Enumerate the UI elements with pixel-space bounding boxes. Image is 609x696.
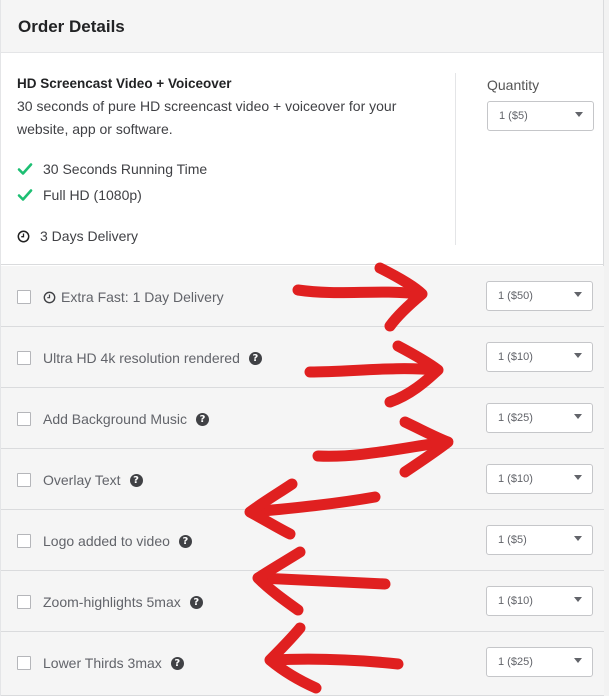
select-value: 1 ($5) <box>498 534 527 546</box>
extra-checkbox[interactable] <box>17 656 31 670</box>
extra-checkbox[interactable] <box>17 412 31 426</box>
extra-label-wrap: Extra Fast: 1 Day Delivery <box>43 289 224 305</box>
extra-quantity-select[interactable]: 1 ($5) <box>486 525 593 555</box>
extra-checkbox[interactable] <box>17 595 31 609</box>
extra-label: Lower Thirds 3max <box>43 655 162 671</box>
extra-row: Overlay Text ? 1 ($10) <box>1 449 604 510</box>
chevron-down-icon <box>575 112 583 117</box>
divider <box>455 73 456 245</box>
page-title: Order Details <box>18 17 125 36</box>
clock-icon <box>17 230 30 242</box>
select-value: 1 ($25) <box>498 412 533 424</box>
extra-quantity-select[interactable]: 1 ($25) <box>486 403 593 433</box>
extra-label: Ultra HD 4k resolution rendered <box>43 350 240 366</box>
chevron-down-icon <box>574 414 582 419</box>
select-value: 1 ($10) <box>498 351 533 363</box>
extra-label: Overlay Text <box>43 472 121 488</box>
extra-quantity-select[interactable]: 1 ($10) <box>486 464 593 494</box>
extra-row: Extra Fast: 1 Day Delivery 1 ($50) <box>1 266 604 327</box>
order-details-header: Order Details <box>1 0 603 53</box>
package-section: HD Screencast Video + Voiceover 30 secon… <box>1 53 603 265</box>
package-description: 30 seconds of pure HD screencast video +… <box>17 98 397 137</box>
extra-row: Logo added to video ? 1 ($5) <box>1 510 604 571</box>
help-icon[interactable]: ? <box>178 534 192 548</box>
extra-quantity-select[interactable]: 1 ($50) <box>486 281 593 311</box>
feature-label: Full HD (1080p) <box>43 187 142 203</box>
chevron-down-icon <box>574 353 582 358</box>
extra-label-wrap: Lower Thirds 3max ? <box>43 655 184 671</box>
feature-label: 30 Seconds Running Time <box>43 161 208 177</box>
extra-quantity-select[interactable]: 1 ($10) <box>486 342 593 372</box>
delivery-info: 3 Days Delivery <box>17 228 138 244</box>
select-value: 1 ($50) <box>498 290 533 302</box>
extra-row: Lower Thirds 3max ? 1 ($25) <box>1 632 604 696</box>
select-value: 1 ($10) <box>498 595 533 607</box>
check-icon <box>17 163 33 175</box>
extra-checkbox[interactable] <box>17 351 31 365</box>
extra-label: Logo added to video <box>43 533 170 549</box>
extra-label: Zoom-highlights 5max <box>43 594 181 610</box>
extra-checkbox[interactable] <box>17 473 31 487</box>
delivery-label: 3 Days Delivery <box>40 228 139 244</box>
extra-quantity-select[interactable]: 1 ($25) <box>486 647 593 677</box>
extra-label-wrap: Ultra HD 4k resolution rendered ? <box>43 350 262 366</box>
chevron-down-icon <box>574 536 582 541</box>
extra-label-wrap: Overlay Text ? <box>43 472 143 488</box>
select-value: 1 ($5) <box>499 110 528 122</box>
clock-icon <box>43 291 56 303</box>
help-icon[interactable]: ? <box>129 473 143 487</box>
extra-label-wrap: Logo added to video ? <box>43 533 192 549</box>
quantity-label: Quantity <box>487 77 540 93</box>
select-value: 1 ($10) <box>498 473 533 485</box>
extra-row: Zoom-highlights 5max ? 1 ($10) <box>1 571 604 632</box>
select-value: 1 ($25) <box>498 656 533 668</box>
package-title: HD Screencast Video + Voiceover <box>17 76 232 91</box>
help-icon[interactable]: ? <box>189 595 203 609</box>
extra-checkbox[interactable] <box>17 534 31 548</box>
check-icon <box>17 189 33 201</box>
chevron-down-icon <box>574 597 582 602</box>
extra-checkbox[interactable] <box>17 290 31 304</box>
help-icon[interactable]: ? <box>248 351 262 365</box>
chevron-down-icon <box>574 475 582 480</box>
extra-row: Add Background Music ? 1 ($25) <box>1 388 604 449</box>
feature-item: Full HD (1080p) <box>17 187 142 203</box>
package-info: HD Screencast Video + Voiceover 30 secon… <box>17 76 437 244</box>
chevron-down-icon <box>574 658 582 663</box>
extra-row: Ultra HD 4k resolution rendered ? 1 ($10… <box>1 327 604 388</box>
extra-label: Add Background Music <box>43 411 187 427</box>
extra-quantity-select[interactable]: 1 ($10) <box>486 586 593 616</box>
extra-label-wrap: Add Background Music ? <box>43 411 209 427</box>
package-quantity-select[interactable]: 1 ($5) <box>487 101 594 131</box>
help-icon[interactable]: ? <box>195 412 209 426</box>
chevron-down-icon <box>574 292 582 297</box>
feature-item: 30 Seconds Running Time <box>17 161 207 177</box>
extra-label-wrap: Zoom-highlights 5max ? <box>43 594 203 610</box>
help-icon[interactable]: ? <box>170 656 184 670</box>
extra-label: Extra Fast: 1 Day Delivery <box>61 289 224 305</box>
order-details-panel: Order Details HD Screencast Video + Voic… <box>0 0 604 696</box>
